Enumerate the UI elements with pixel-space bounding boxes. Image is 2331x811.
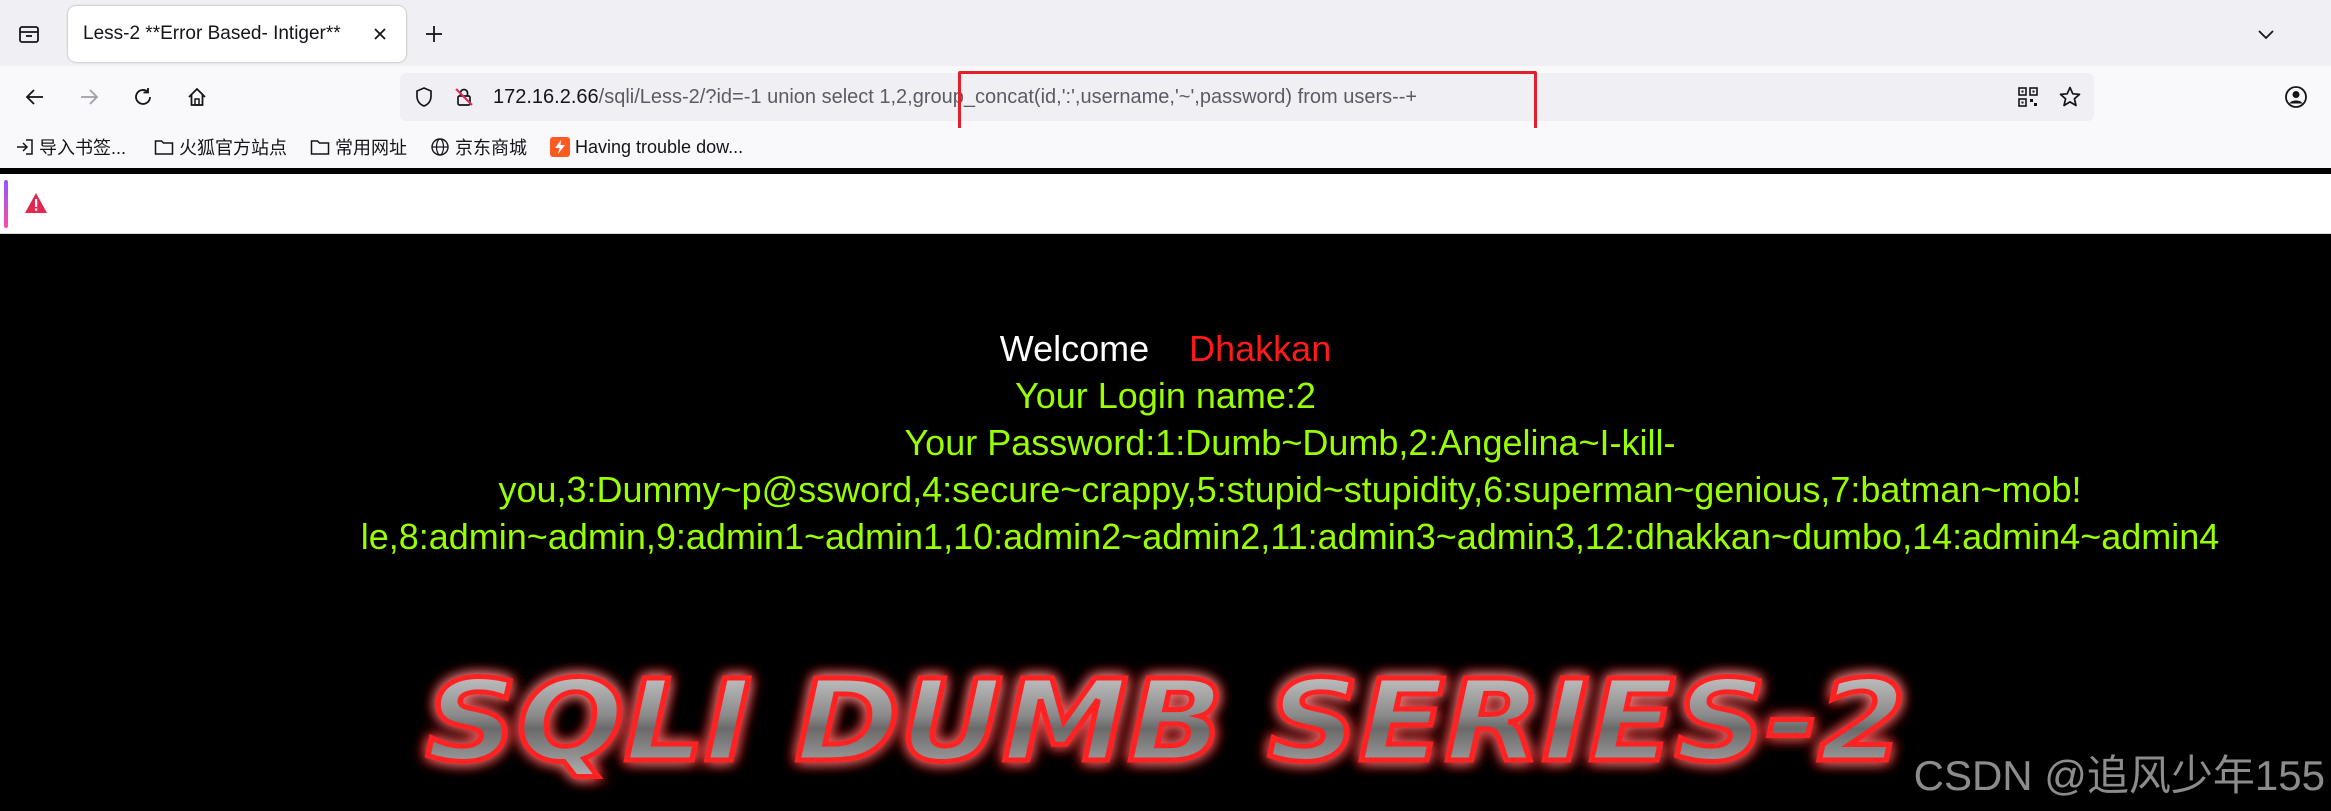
qr-code-button[interactable] xyxy=(2014,83,2042,111)
firefox-view-icon xyxy=(19,26,39,43)
lightning-icon xyxy=(550,137,570,157)
password-output: Your Password:1:Dumb~Dumb,2:Angelina~I-k… xyxy=(250,419,2330,560)
bookmark-folder-firefox[interactable]: 火狐官方站点 xyxy=(154,128,287,166)
url-path: /sqli/Less-2/?id=-1 union select 1,2,gro… xyxy=(598,86,1418,108)
navigation-toolbar: 172.16.2.66/sqli/Less-2/?id=-1 union sel… xyxy=(0,66,2331,128)
url-bar[interactable]: 172.16.2.66/sqli/Less-2/?id=-1 union sel… xyxy=(400,73,2094,121)
plus-icon xyxy=(426,26,442,42)
back-button[interactable] xyxy=(16,78,54,116)
page-content: Welcome Dhakkan Your Login name:2 Your Pa… xyxy=(0,240,2331,811)
star-icon xyxy=(2059,86,2081,107)
tab-strip: Less-2 **Error Based- Intiger** xyxy=(0,0,2331,66)
bookmarks-toolbar: 导入书签... 火狐官方站点 常用网址 京东商城 Having trouble … xyxy=(0,128,2331,168)
notification-bar xyxy=(0,174,2331,234)
bookmark-label: 火狐官方站点 xyxy=(179,138,287,158)
bookmark-trouble[interactable]: Having trouble dow... xyxy=(550,128,743,166)
globe-icon xyxy=(431,138,449,156)
bookmark-label: Having trouble dow... xyxy=(575,136,744,157)
bookmark-label: 京东商城 xyxy=(455,138,527,158)
csdn-watermark: CSDN @追风少年155 xyxy=(1913,752,2325,799)
arrow-right-icon xyxy=(81,89,99,105)
firefox-view-button[interactable] xyxy=(12,17,46,51)
arrow-left-icon xyxy=(25,89,43,105)
url-text[interactable]: 172.16.2.66/sqli/Less-2/?id=-1 union sel… xyxy=(493,73,1417,121)
new-tab-button[interactable] xyxy=(416,16,452,52)
folder-icon xyxy=(154,140,174,155)
folder-icon xyxy=(310,140,330,155)
welcome-line: Welcome Dhakkan xyxy=(0,325,2331,372)
home-button[interactable] xyxy=(178,78,216,116)
reload-icon xyxy=(135,88,151,105)
password-line: you,3:Dummy~p@ssword,4:secure~crappy,5:s… xyxy=(498,469,2082,510)
welcome-block: Welcome Dhakkan Your Login name:2 xyxy=(0,325,2331,419)
tab-active[interactable]: Less-2 **Error Based- Intiger** xyxy=(68,6,406,62)
bookmark-jd[interactable]: 京东商城 xyxy=(430,128,527,166)
reload-button[interactable] xyxy=(124,78,162,116)
site-info-button[interactable] xyxy=(450,83,478,111)
home-icon xyxy=(188,87,206,106)
tab-title: Less-2 **Error Based- Intiger** xyxy=(83,23,341,44)
bookmark-import[interactable]: 导入书签... xyxy=(16,128,126,166)
chevron-down-icon xyxy=(2258,30,2274,40)
account-icon xyxy=(2285,86,2307,108)
url-host: 172.16.2.66 xyxy=(493,86,599,108)
notification-accent xyxy=(4,180,8,228)
welcome-label: Welcome xyxy=(999,328,1150,369)
import-icon xyxy=(17,139,33,155)
password-line: Your Password:1:Dumb~Dumb,2:Angelina~I-k… xyxy=(904,422,1676,463)
bookmark-label: 常用网址 xyxy=(335,138,407,158)
qr-code-icon xyxy=(2018,87,2038,107)
login-name-line: Your Login name:2 xyxy=(1015,375,1316,416)
forward-button[interactable] xyxy=(70,78,108,116)
bookmark-folder-common[interactable]: 常用网址 xyxy=(310,128,407,166)
list-all-tabs-button[interactable] xyxy=(2248,16,2284,52)
tab-close-button[interactable] xyxy=(366,20,394,48)
password-line: le,8:admin~admin,9:admin1~admin1,10:admi… xyxy=(360,516,2220,557)
welcome-name: Dhakkan xyxy=(1189,328,1332,369)
account-button[interactable] xyxy=(2277,78,2315,116)
insecure-lock-icon xyxy=(455,88,473,106)
shield-icon xyxy=(416,87,432,107)
warning-icon xyxy=(25,193,47,213)
banner-text: SQLI DUMB SERIES-2 xyxy=(426,657,1906,787)
series-banner-graphic: SQLI DUMB SERIES-2 xyxy=(423,655,1908,790)
bookmark-label: 导入书签... xyxy=(39,138,127,158)
close-icon xyxy=(374,28,386,40)
bookmark-star-button[interactable] xyxy=(2056,83,2084,111)
tracking-protection-button[interactable] xyxy=(410,83,438,111)
